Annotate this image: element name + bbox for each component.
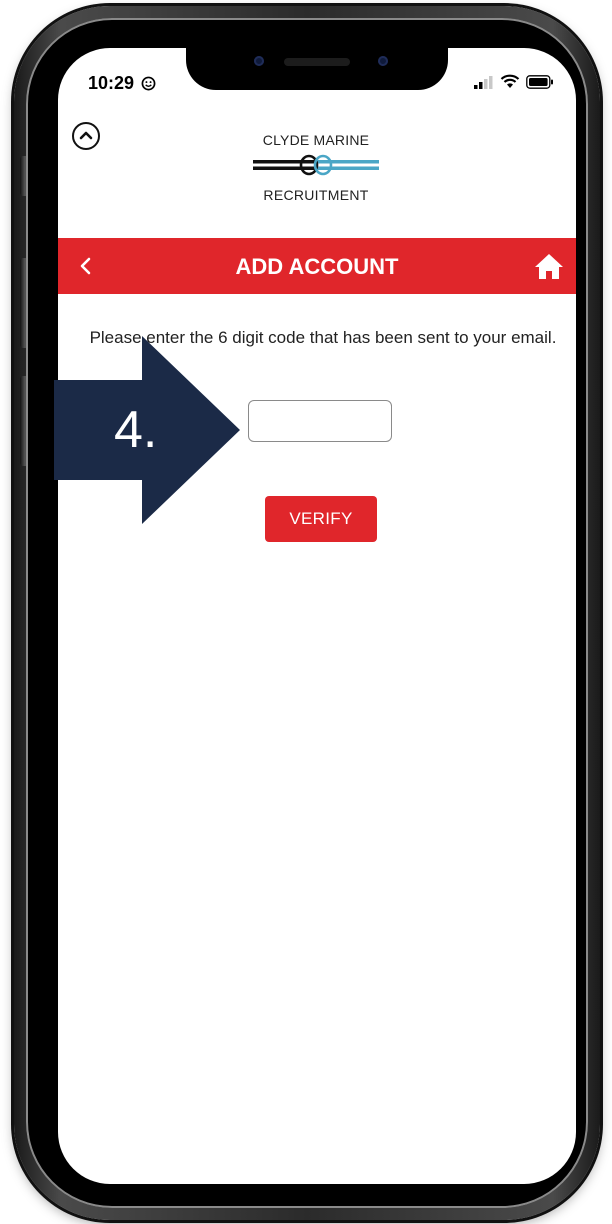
front-camera	[254, 56, 264, 66]
status-time: 10:29	[88, 73, 156, 96]
verify-button[interactable]: VERIFY	[265, 496, 377, 542]
battery-icon	[526, 74, 554, 94]
notch	[186, 48, 448, 90]
phone-screen: 10:29 CLYDE MARINE RECRUITMENT ADD ACCOU…	[58, 48, 576, 1184]
earpiece-speaker	[284, 58, 350, 66]
page-title: ADD ACCOUNT	[235, 254, 399, 279]
wifi-icon	[500, 74, 520, 94]
collapse-button[interactable]	[72, 122, 100, 150]
header-bar: ADD ACCOUNT	[58, 238, 576, 294]
home-icon	[534, 254, 564, 284]
status-time-text: 10:29	[88, 73, 135, 93]
company-logo: CLYDE MARINE RECRUITMENT	[226, 132, 406, 203]
smiley-icon	[141, 75, 156, 96]
signal-icon	[474, 75, 494, 94]
verification-code-input[interactable]	[248, 400, 392, 442]
step-number-label: 4.	[114, 401, 158, 459]
logo-line1: CLYDE MARINE	[262, 132, 370, 148]
face-id-sensor	[378, 56, 388, 66]
chevron-up-icon	[79, 127, 93, 145]
rope-knot-icon	[226, 152, 406, 183]
home-button[interactable]	[534, 252, 564, 280]
logo-line2: RECRUITMENT	[263, 187, 369, 203]
status-icons	[474, 74, 554, 94]
